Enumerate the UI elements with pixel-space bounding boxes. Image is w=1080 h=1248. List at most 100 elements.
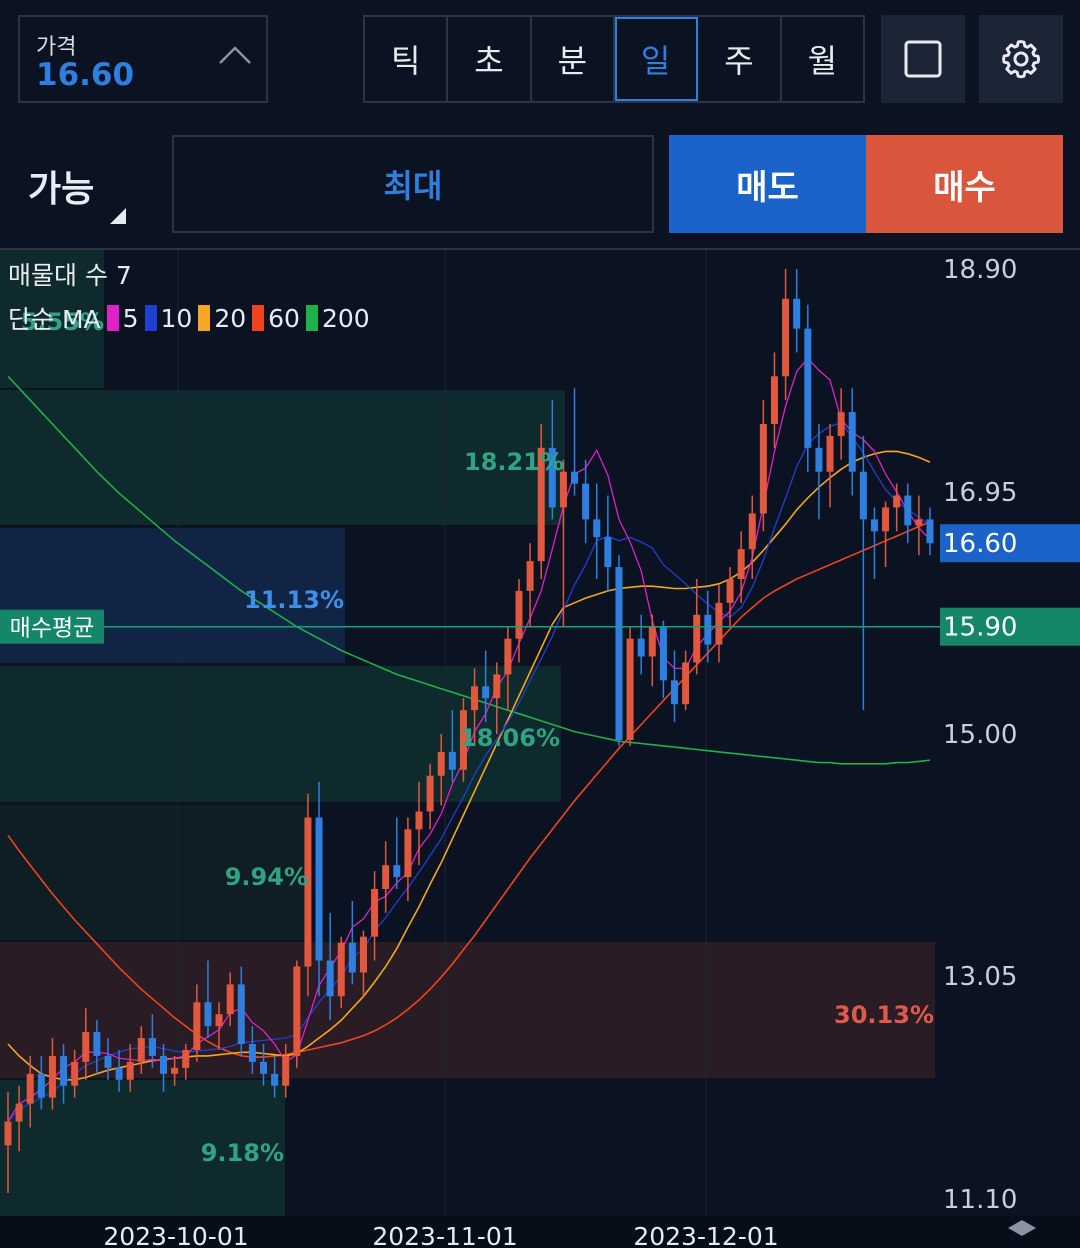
ma60-swatch <box>252 305 265 331</box>
buy-button[interactable]: 매수 <box>866 135 1063 233</box>
price-selector[interactable]: 가격 16.60 <box>18 15 268 103</box>
candle <box>226 984 234 1015</box>
ma5-swatch <box>106 305 119 331</box>
volume-profile-percent: 9.94% <box>225 863 308 891</box>
candle <box>504 638 512 675</box>
price-value: 16.60 <box>36 57 135 93</box>
x-tick-label: 2023-11-01 <box>372 1222 517 1248</box>
candle <box>626 638 634 740</box>
candle <box>437 751 445 776</box>
candle <box>15 1103 23 1122</box>
candle <box>559 471 567 508</box>
candle <box>682 662 690 705</box>
timeframe-day[interactable]: 일 <box>614 17 699 101</box>
candle <box>115 1067 123 1080</box>
candle <box>471 686 479 711</box>
chevron-up-icon <box>219 46 251 64</box>
candle <box>248 1044 256 1062</box>
candle <box>493 674 501 699</box>
candle <box>359 936 367 973</box>
square-icon <box>904 40 942 78</box>
current-price-value: 16.60 <box>943 529 1017 559</box>
x-tick-label: 2023-10-01 <box>103 1222 248 1248</box>
timeframe-selector: 틱 초 분 일 주 월 <box>363 15 865 103</box>
ma5-period: 5 <box>122 303 139 333</box>
candle <box>26 1073 34 1104</box>
fullscreen-button[interactable] <box>881 15 965 103</box>
timeframe-second[interactable]: 초 <box>448 17 532 101</box>
candle <box>770 376 778 424</box>
candle <box>448 751 456 770</box>
y-tick-label: 11.10 <box>943 1185 1017 1215</box>
candle <box>426 775 434 812</box>
ma-legend[interactable]: 단순 MA 5 10 20 60 200 <box>8 300 370 336</box>
candle <box>737 549 745 579</box>
candle <box>604 537 612 568</box>
available-label[interactable]: 가능 <box>28 160 94 212</box>
candle <box>182 1049 190 1068</box>
ma10-swatch <box>144 305 157 331</box>
volume-profile-percent: 9.18% <box>201 1139 284 1167</box>
candle <box>137 1038 145 1062</box>
ma-label: 단순 MA <box>8 305 101 334</box>
candle <box>126 1061 134 1080</box>
candle <box>71 1061 79 1086</box>
candle <box>659 626 667 681</box>
ma200-period: 200 <box>321 303 370 333</box>
candle <box>160 1055 168 1074</box>
volume-profile-percent: 11.13% <box>244 586 344 614</box>
sell-button[interactable]: 매도 <box>669 135 866 233</box>
candle <box>148 1038 156 1056</box>
volume-profile-percent: 18.21% <box>464 448 564 476</box>
candle <box>826 435 834 472</box>
candle <box>326 960 334 997</box>
candle <box>882 507 890 532</box>
candle <box>171 1067 179 1074</box>
candle <box>915 519 923 526</box>
candle <box>748 513 756 550</box>
price-chart[interactable]: 5.55%18.21%11.13%18.06%9.94%30.13%9.18%매… <box>0 250 1080 1248</box>
y-tick-label: 13.05 <box>943 962 1017 992</box>
ma200-swatch <box>305 305 318 331</box>
candle <box>371 889 379 937</box>
candle <box>404 829 412 878</box>
timeframe-month[interactable]: 월 <box>782 17 863 101</box>
candle <box>393 865 401 878</box>
candle <box>582 483 590 520</box>
candle <box>704 614 712 645</box>
candle <box>271 1073 279 1086</box>
max-quantity-button[interactable]: 최대 <box>172 135 654 233</box>
average-buy-label: 매수평균 <box>10 616 95 642</box>
candle <box>337 942 345 997</box>
timeframe-week[interactable]: 주 <box>698 17 782 101</box>
candle <box>282 1055 290 1086</box>
candle <box>793 298 801 329</box>
y-tick-label: 15.00 <box>943 720 1017 750</box>
ma20-swatch <box>198 305 211 331</box>
ma10-period: 10 <box>160 303 193 333</box>
timeframe-tick[interactable]: 틱 <box>365 17 449 101</box>
candle <box>848 412 856 472</box>
volume-profile-label[interactable]: 매물대 수 7 <box>8 256 132 292</box>
timeframe-minute[interactable]: 분 <box>532 17 615 101</box>
candle <box>293 966 301 1056</box>
ma20-period: 20 <box>214 303 247 333</box>
candle <box>593 519 601 538</box>
candle <box>104 1055 112 1068</box>
candle <box>715 602 723 645</box>
candle <box>60 1055 68 1086</box>
settings-button[interactable] <box>979 15 1063 103</box>
candle <box>193 1002 201 1050</box>
candle <box>870 519 878 532</box>
candle <box>82 1032 90 1062</box>
candle <box>482 686 490 699</box>
candle <box>237 984 245 1044</box>
candle <box>648 626 656 657</box>
y-tick-label: 18.90 <box>943 255 1017 285</box>
candle <box>837 412 845 436</box>
candle <box>259 1061 267 1074</box>
candle <box>804 328 812 448</box>
candle <box>637 638 645 657</box>
candle <box>304 817 312 967</box>
candle <box>415 811 423 830</box>
